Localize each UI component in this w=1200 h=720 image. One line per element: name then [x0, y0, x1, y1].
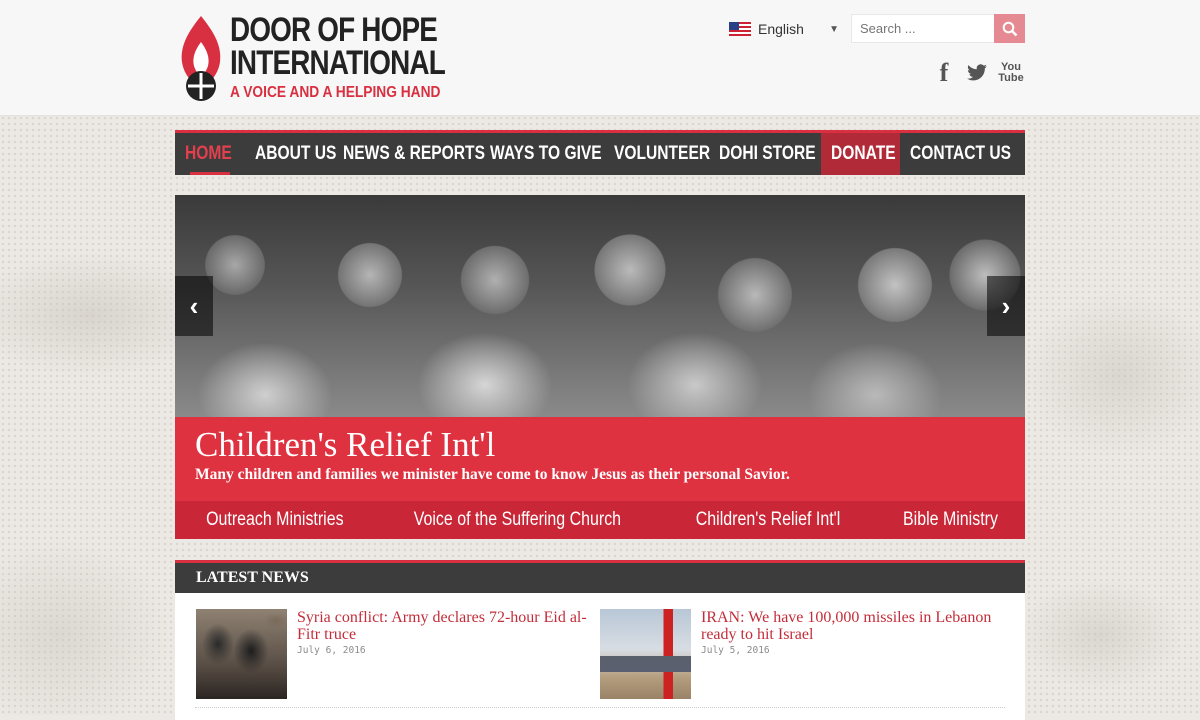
slide-caption-text: Many children and families we minister h…: [195, 466, 790, 483]
slider-tab-bible-ministry[interactable]: Bible Ministry: [875, 501, 1025, 539]
news-item: IRAN: We have 100,000 missiles in Lebano…: [600, 609, 995, 701]
nav-item-about-us[interactable]: ABOUT US: [245, 133, 336, 175]
flame-heart-logo-icon: [181, 16, 221, 101]
nav-item-contact-us[interactable]: CONTACT US: [900, 133, 1011, 175]
search-button[interactable]: [994, 14, 1025, 43]
nav-item-home[interactable]: HOME: [175, 133, 245, 175]
language-selector[interactable]: English ▼: [729, 17, 839, 41]
chevron-down-icon: ▼: [829, 23, 839, 35]
news-item: Syria conflict: Army declares 72-hour Ei…: [196, 609, 591, 701]
news-title-link[interactable]: IRAN: We have 100,000 missiles in Lebano…: [701, 609, 1001, 643]
logo-tagline: A VOICE AND A HELPING HAND: [230, 84, 441, 101]
news-title-link[interactable]: Syria conflict: Army declares 72-hour Ei…: [297, 609, 597, 643]
twitter-icon[interactable]: [964, 58, 990, 88]
main-navigation: HOME ABOUT US NEWS & REPORTS WAYS TO GIV…: [175, 130, 1025, 175]
divider: [195, 707, 1005, 708]
slide-caption: Children's Relief Int'l Many children an…: [175, 417, 1025, 501]
youtube-icon[interactable]: You Tube: [998, 58, 1024, 88]
slider-tab-outreach-ministries[interactable]: Outreach Ministries: [175, 501, 375, 539]
search-icon: [1002, 21, 1017, 36]
nav-item-donate[interactable]: DONATE: [821, 133, 900, 175]
facebook-icon[interactable]: f: [934, 58, 954, 88]
search-input[interactable]: [852, 15, 1006, 42]
search-box: [851, 14, 1025, 43]
slider-prev-button[interactable]: ‹: [175, 276, 213, 336]
language-label: English: [758, 21, 804, 37]
slider-next-button[interactable]: ›: [987, 276, 1025, 336]
site-header: DOOR OF HOPE INTERNATIONAL A VOICE AND A…: [0, 0, 1200, 116]
slider-tabs: Outreach Ministries Voice of the Sufferi…: [175, 501, 1025, 539]
slide-caption-title[interactable]: Children's Relief Int'l: [195, 425, 495, 465]
news-thumbnail[interactable]: [196, 609, 287, 699]
news-date: July 5, 2016: [701, 645, 770, 656]
slide-image-children: [175, 195, 1025, 417]
latest-news-section: LATEST NEWS Syria conflict: Army declare…: [175, 560, 1025, 720]
hero-slider[interactable]: ‹ ›: [175, 195, 1025, 417]
logo-title: DOOR OF HOPE INTERNATIONAL: [230, 11, 446, 82]
latest-news-heading: LATEST NEWS: [175, 560, 1025, 593]
news-thumbnail[interactable]: [600, 609, 691, 699]
nav-item-dohi-store[interactable]: DOHI STORE: [709, 133, 821, 175]
us-flag-icon: [729, 22, 751, 36]
youtube-label-bottom: Tube: [998, 72, 1024, 84]
slider-tab-voice-of-suffering-church[interactable]: Voice of the Suffering Church: [375, 501, 660, 539]
site-logo[interactable]: DOOR OF HOPE INTERNATIONAL A VOICE AND A…: [176, 12, 456, 104]
slider-tab-childrens-relief[interactable]: Children's Relief Int'l: [660, 501, 875, 539]
nav-item-volunteer[interactable]: VOLUNTEER: [604, 133, 710, 175]
nav-item-news-reports[interactable]: NEWS & REPORTS: [333, 133, 485, 175]
nav-item-ways-to-give[interactable]: WAYS TO GIVE: [480, 133, 604, 175]
news-date: July 6, 2016: [297, 645, 366, 656]
